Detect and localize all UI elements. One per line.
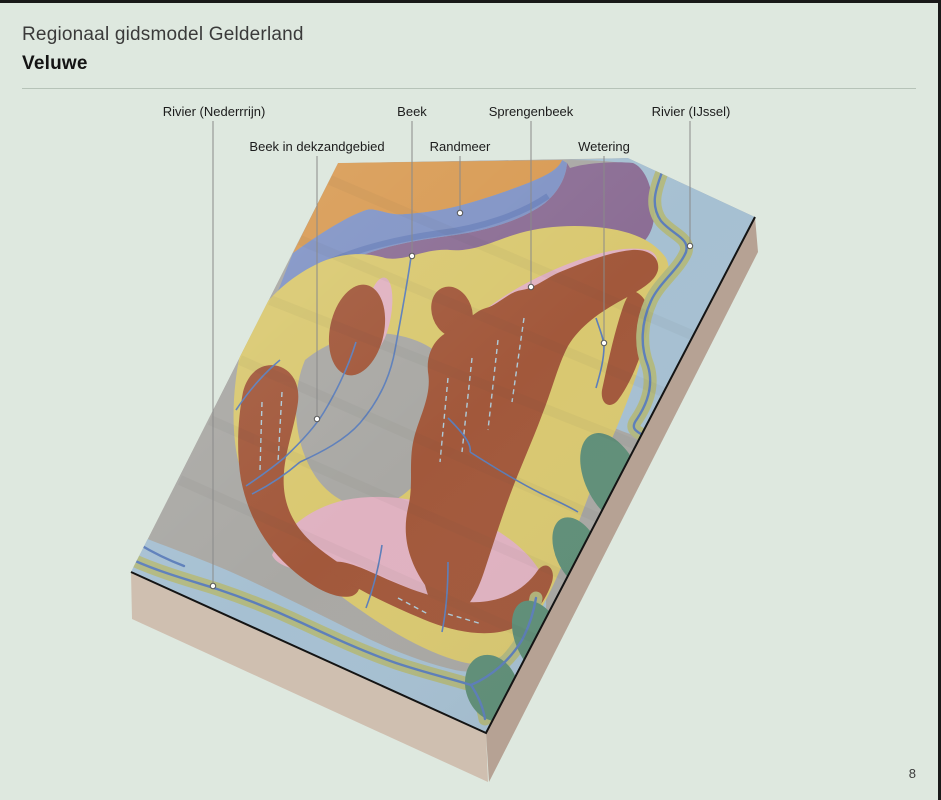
map-label: Randmeer — [430, 139, 491, 154]
terrain-block-map — [0, 0, 941, 800]
map-label: Rivier (IJssel) — [652, 104, 731, 119]
map-label: Wetering — [578, 139, 630, 154]
map-label: Beek — [397, 104, 427, 119]
leader-dot — [409, 253, 414, 258]
leader-dot — [687, 243, 692, 248]
leader-dot — [528, 284, 533, 289]
map-label: Rivier (Nederrrijn) — [163, 104, 266, 119]
map-label: Sprengenbeek — [489, 104, 574, 119]
map-label: Beek in dekzandgebied — [249, 139, 384, 154]
leader-dot — [210, 583, 215, 588]
leader-dot — [457, 210, 462, 215]
leader-dot — [314, 416, 319, 421]
page: Regionaal gidsmodel Gelderland Veluwe — [0, 0, 941, 800]
page-number: 8 — [909, 766, 916, 781]
leader-dot — [601, 340, 606, 345]
